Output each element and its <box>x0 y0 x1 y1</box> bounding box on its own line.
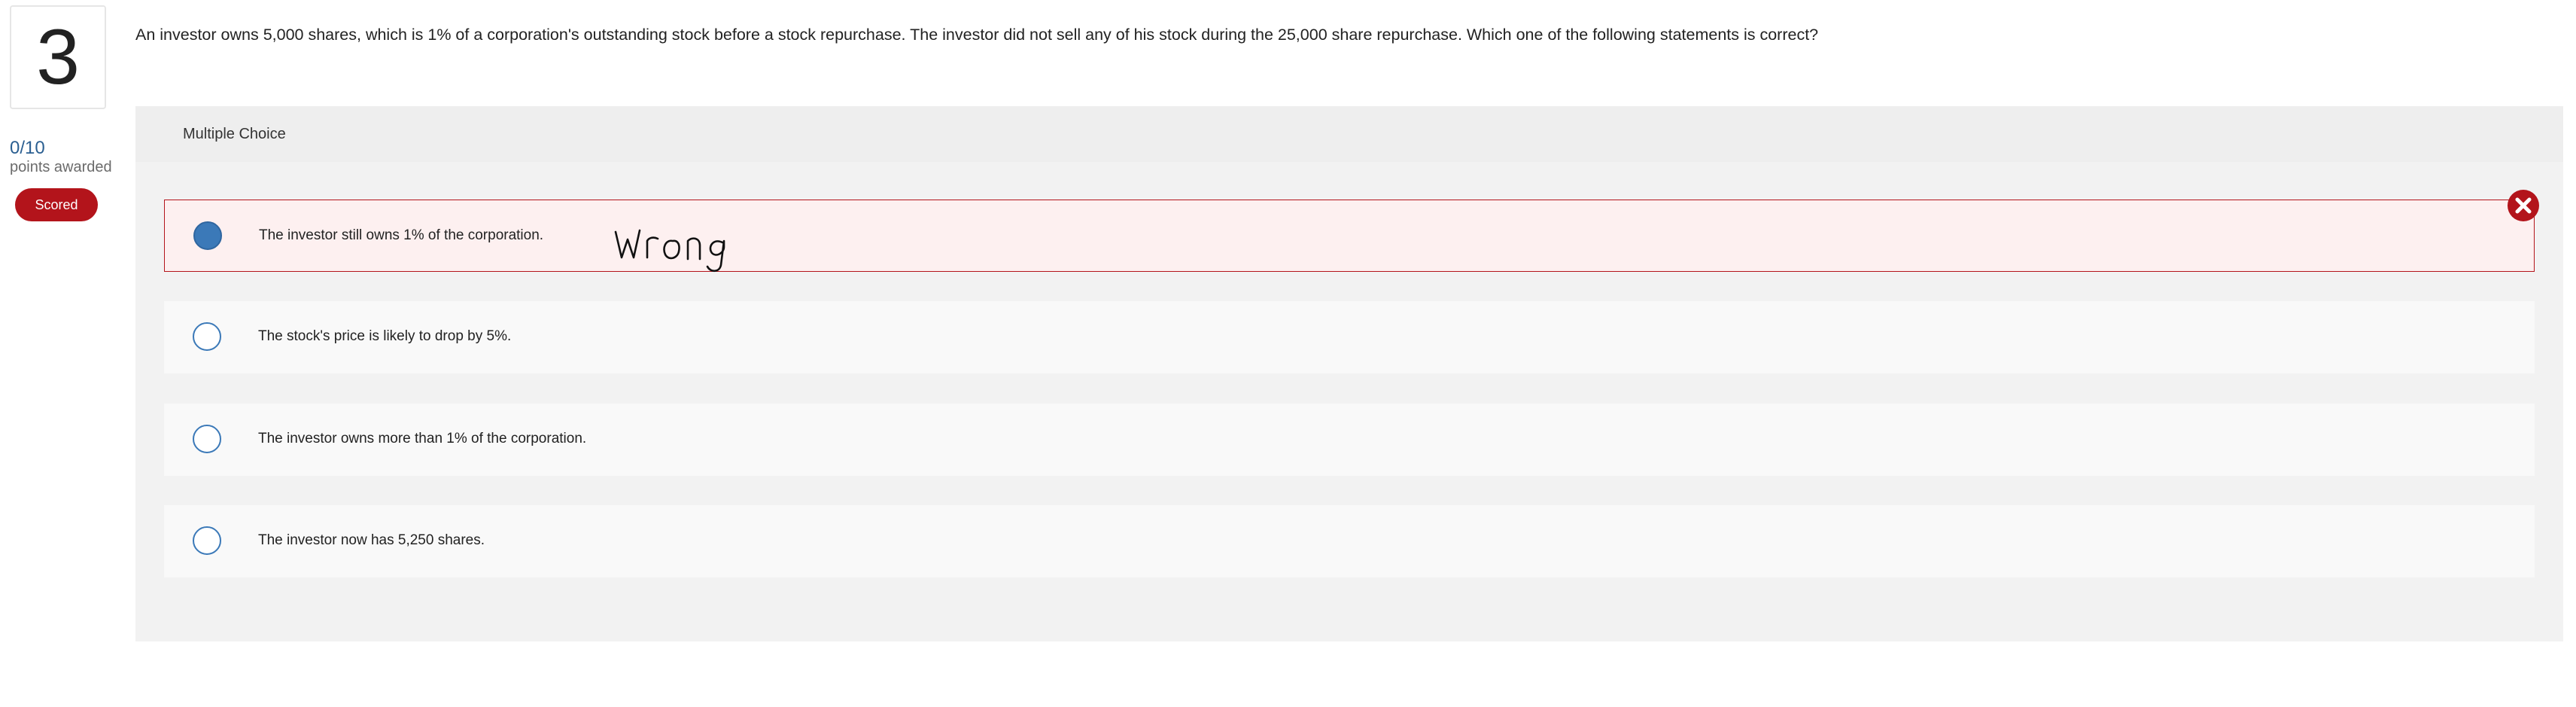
answer-option-1[interactable]: The investor still owns 1% of the corpor… <box>164 200 2535 272</box>
answer-option-2[interactable]: The stock's price is likely to drop by 5… <box>164 301 2535 373</box>
radio-button[interactable] <box>193 425 221 453</box>
points-label: points awarded <box>10 159 112 175</box>
question-number: 3 <box>10 5 106 109</box>
option-label: The investor now has 5,250 shares. <box>258 532 485 548</box>
answer-option-4[interactable]: The investor now has 5,250 shares. <box>164 505 2535 577</box>
radio-button-selected[interactable] <box>193 221 222 250</box>
option-label: The stock's price is likely to drop by 5… <box>258 328 512 344</box>
question-text: An investor owns 5,000 shares, which is … <box>135 26 1819 44</box>
option-label: The investor owns more than 1% of the co… <box>258 431 587 446</box>
answer-option-3[interactable]: The investor owns more than 1% of the co… <box>164 404 2535 476</box>
status-badge: Scored <box>15 188 98 221</box>
answer-panel: Multiple Choice The investor still owns … <box>135 106 2563 641</box>
question-page: 3 0/10 points awarded Scored An investor… <box>0 0 2576 707</box>
option-label: The investor still owns 1% of the corpor… <box>259 227 544 243</box>
handwritten-annotation <box>614 229 725 273</box>
panel-header: Multiple Choice <box>135 106 2563 162</box>
radio-button[interactable] <box>193 526 221 555</box>
points-score: 0/10 <box>10 138 45 158</box>
close-circle-icon <box>2508 190 2539 221</box>
question-type-label: Multiple Choice <box>183 126 286 142</box>
radio-button[interactable] <box>193 322 221 351</box>
